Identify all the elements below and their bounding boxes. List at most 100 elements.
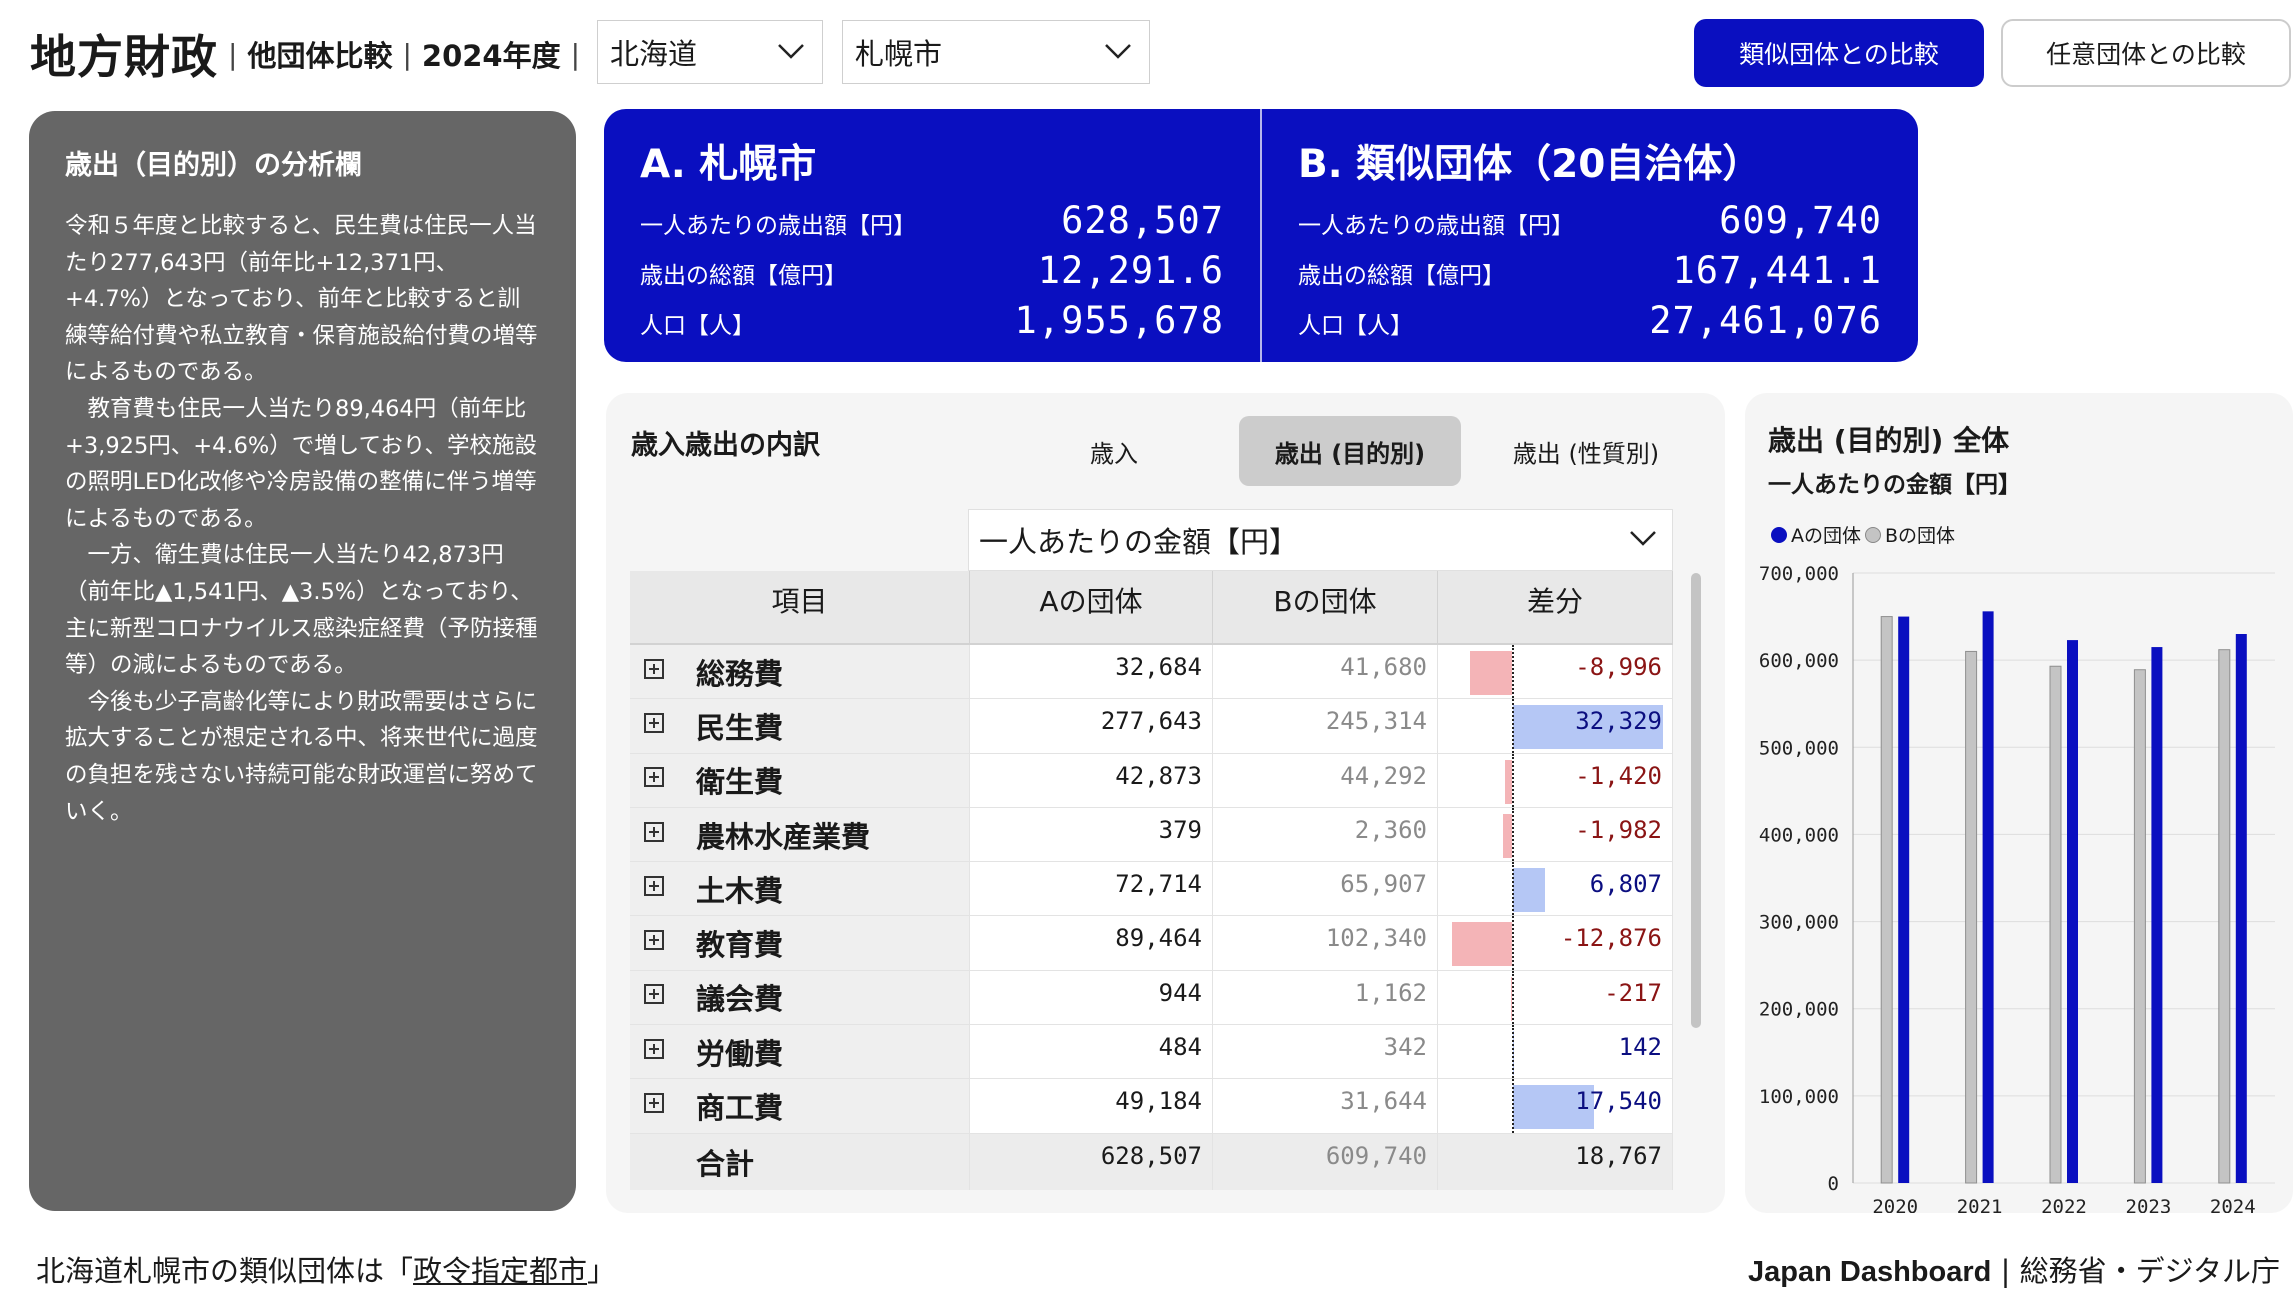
table-row[interactable]: 労働費 484 342 142: [630, 1025, 1673, 1080]
compare-any-button[interactable]: 任意団体との比較: [2001, 19, 2291, 87]
item-name: 教育費: [696, 928, 784, 963]
fiscal-year: 2024年度: [421, 39, 561, 73]
footer-note: 北海道札幌市の類似団体は「政令指定都市」: [36, 1248, 616, 1290]
diff-value: 32,329: [1575, 707, 1662, 736]
item-name: 労働費: [696, 1036, 784, 1071]
a-value: 49,184: [1115, 1087, 1202, 1116]
b-value: 2,360: [1354, 815, 1427, 844]
x-tick-label: 2020: [1872, 1196, 1918, 1213]
breakdown-table: 項目 Aの団体 Bの団体 差分 総務費 32,684 41,680 -8,996 民生費…: [630, 571, 1673, 1190]
diff-cell: 6,807: [1438, 862, 1673, 916]
a-value-cell: 32,684: [970, 645, 1213, 699]
chevron-down-icon: [778, 44, 804, 59]
diff-value: -1,982: [1575, 815, 1662, 844]
b-value-cell: 245,314: [1213, 699, 1438, 753]
city-select[interactable]: 札幌市: [842, 20, 1150, 84]
bar-b: [1965, 650, 1978, 1184]
table-scrollbar[interactable]: [1691, 573, 1701, 1028]
table-row[interactable]: 農林水産業費 379 2,360 -1,982: [630, 807, 1673, 863]
diff-zero-line: [1512, 916, 1514, 970]
plus-square-icon[interactable]: [644, 1093, 664, 1114]
y-tick-label: 700,000: [1759, 563, 1839, 585]
diff-zero-line: [1512, 699, 1514, 753]
plus-square-icon[interactable]: [644, 930, 664, 951]
b-value: 342: [1383, 1033, 1427, 1062]
header-separator: |: [570, 37, 581, 71]
plus-square-icon[interactable]: [644, 984, 664, 1005]
designated-city-link[interactable]: 政令指定都市: [413, 1254, 587, 1288]
summary-b-row: 人口【人】 27,461,076: [1298, 299, 1882, 349]
a-value: 944: [1158, 978, 1202, 1007]
chart-panel: 歳出 (目的別) 全体 一人あたりの金額【円】 Aの団体 Bの団体 0 100,0…: [1745, 393, 2293, 1213]
a-value: 89,464: [1115, 924, 1202, 953]
item-cell: 議会費: [630, 970, 970, 1025]
column-header-b[interactable]: Bの団体: [1213, 571, 1438, 643]
table-row[interactable]: 教育費 89,464 102,340 -12,876: [630, 916, 1673, 971]
chart-subtitle: 一人あたりの金額【円】: [1768, 472, 2021, 498]
diff-cell: -1,982: [1438, 807, 1673, 862]
footer-note-suffix: 」: [587, 1254, 617, 1288]
metric-select[interactable]: 一人あたりの金額【円】: [968, 509, 1673, 571]
table-row[interactable]: 衛生費 42,873 44,292 -1,420: [630, 753, 1673, 808]
plus-square-icon[interactable]: [644, 1038, 664, 1059]
legend-a-dot: [1771, 526, 1787, 543]
plus-square-icon[interactable]: [644, 875, 664, 896]
a-value-cell: 379: [970, 807, 1213, 862]
tab-expenditure-nature[interactable]: 歳出 (性質別): [1475, 416, 1697, 486]
diff-value: 142: [1618, 1033, 1662, 1062]
item-name: 民生費: [696, 710, 784, 745]
chevron-down-icon: [1630, 531, 1656, 546]
a-value: 379: [1158, 815, 1202, 844]
y-tick-label: 400,000: [1759, 824, 1839, 846]
diff-value: -217: [1604, 978, 1662, 1007]
diff-bar: [1452, 922, 1512, 967]
summary-value: 1,955,678: [1014, 299, 1224, 342]
summary-a-row: 人口【人】 1,955,678: [640, 299, 1224, 349]
column-header-diff[interactable]: 差分: [1438, 571, 1673, 643]
y-tick-label: 0: [1828, 1173, 1839, 1195]
plus-square-icon[interactable]: [644, 712, 664, 733]
b-value-cell: 65,907: [1213, 862, 1438, 916]
column-header-a[interactable]: Aの団体: [970, 571, 1213, 643]
diff-zero-line: [1512, 753, 1514, 807]
b-value: 44,292: [1340, 761, 1427, 790]
total-diff-cell: 18,767: [1438, 1133, 1673, 1190]
bar-b: [2218, 649, 2231, 1184]
diff-bar: [1502, 813, 1512, 858]
diff-bar: [1470, 651, 1512, 695]
b-value: 102,340: [1325, 924, 1427, 953]
a-value-cell: 484: [970, 1025, 1213, 1079]
summary-label: 一人あたりの歳出額【円】: [640, 213, 916, 239]
plus-square-icon[interactable]: [644, 767, 664, 788]
table-row[interactable]: 議会費 944 1,162 -217: [630, 970, 1673, 1026]
table-row[interactable]: 商工費 49,184 31,644 17,540: [630, 1079, 1673, 1134]
diff-cell: -8,996: [1438, 645, 1673, 699]
plus-square-icon[interactable]: [644, 658, 664, 679]
item-cell: 総務費: [630, 645, 970, 699]
tab-expenditure-purpose[interactable]: 歳出 (目的別): [1239, 416, 1461, 486]
diff-cell: -217: [1438, 970, 1673, 1025]
bar-a: [2151, 647, 2163, 1183]
summary-card-b: B. 類似団体（20自治体） 一人あたりの歳出額【円】 609,740 歳出の総…: [1260, 109, 1918, 362]
page-title: 地方財政: [30, 30, 218, 84]
table-row[interactable]: 土木費 72,714 65,907 6,807: [630, 862, 1673, 917]
compare-similar-button[interactable]: 類似団体との比較: [1694, 19, 1984, 87]
column-header-item[interactable]: 項目: [630, 571, 970, 643]
diff-cell: -12,876: [1438, 916, 1673, 970]
summary-b-row: 歳出の総額【億円】 167,441.1: [1298, 249, 1882, 299]
table-row[interactable]: 総務費 32,684 41,680 -8,996: [630, 645, 1673, 700]
diff-cell: -1,420: [1438, 753, 1673, 807]
analysis-body: 令和５年度と比較すると、民生費は住民一人当たり277,643円（前年比+12,3…: [65, 213, 538, 825]
table-row[interactable]: 民生費 277,643 245,314 32,329: [630, 699, 1673, 754]
summary-value: 27,461,076: [1649, 299, 1882, 342]
footer-agencies: | 総務省・デジタル庁: [1991, 1254, 2280, 1288]
a-value-cell: 944: [970, 970, 1213, 1025]
tab-revenue[interactable]: 歳入: [1003, 416, 1225, 486]
prefecture-select[interactable]: 北海道: [597, 20, 823, 84]
item-name: 衛生費: [696, 765, 784, 800]
b-value: 245,314: [1325, 707, 1427, 736]
a-value-cell: 49,184: [970, 1079, 1213, 1133]
plus-square-icon[interactable]: [644, 821, 664, 842]
b-value-cell: 1,162: [1213, 970, 1438, 1025]
summary-card-a: A. 札幌市 一人あたりの歳出額【円】 628,507 歳出の総額【億円】 12…: [604, 109, 1260, 362]
